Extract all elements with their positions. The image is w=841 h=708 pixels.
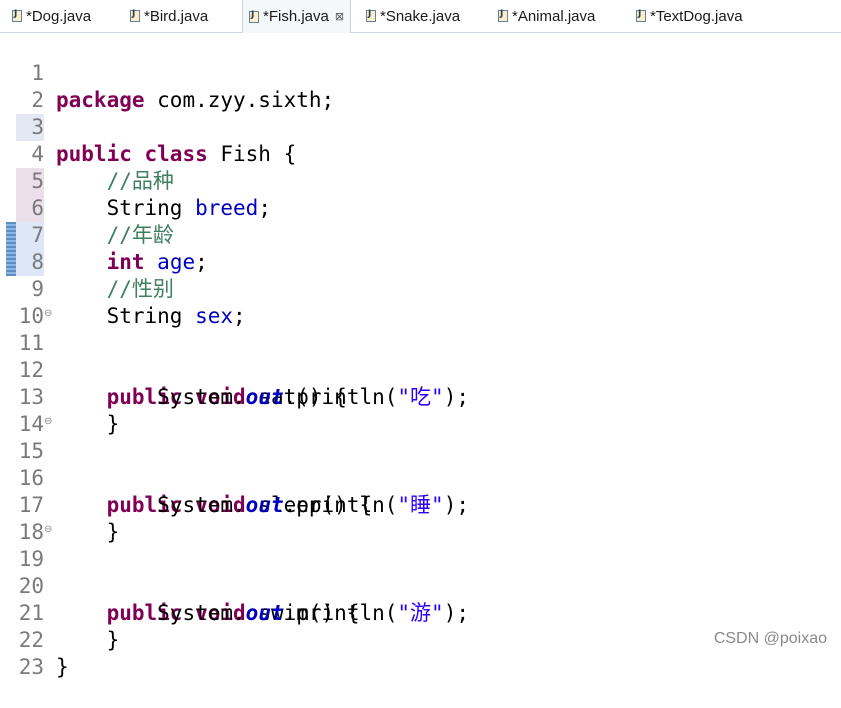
code-line: 22 } [0,600,841,679]
code-line: 3 public class Fish { [0,87,841,166]
tab-label: *Animal.java [512,7,596,25]
code-line: 8 //性别 [0,222,841,301]
code-line: 15 ⊖ public void sleep() { [0,411,841,517]
code-line: 16 System.out.println("睡"); [0,438,841,517]
tab-fish-java[interactable]: J *Fish.java ⊠ [242,0,352,33]
code-line: 21 } [0,573,841,652]
tab-label: *Snake.java [380,7,461,25]
code-line: 2 [0,60,841,112]
code-line: 7 int age; [0,195,841,274]
code-line: 4 //品种 [0,114,841,193]
collapse-icon[interactable]: ⊖ [44,303,52,325]
tab-label: *Dog.java [26,7,92,25]
code-text: } [56,655,69,679]
editor-tab-bar: J *Dog.java J *Bird.java J *Fish.java ⊠ … [0,0,841,33]
tab-bird-java[interactable]: J *Bird.java [130,0,208,32]
code-line: 6 //年龄 [0,168,841,247]
code-line: 19 ⊖ public void swim() { [0,519,841,625]
collapse-icon[interactable]: ⊖ [44,519,52,541]
tab-dog-java[interactable]: J *Dog.java [12,0,91,32]
java-file-icon: J [366,9,376,22]
tab-label: *TextDog.java [650,7,743,25]
collapse-icon[interactable]: ⊖ [44,411,52,433]
code-line: 11 ⊖ public void eat() { [0,303,841,409]
tab-textdog-java[interactable]: J *TextDog.java [636,0,743,32]
tab-label: *Bird.java [144,7,209,25]
tab-animal-java[interactable]: J *Animal.java [498,0,595,32]
code-line: 9 String sex; [0,249,841,328]
close-icon[interactable]: ⊠ [335,10,344,23]
code-line: 18 [0,492,841,544]
code-editor[interactable]: 1 package com.zyy.sixth; 2 3 public clas… [0,33,841,679]
code-line: 12 System.out.println("吃"); [0,330,841,409]
code-line: 5 String breed; [0,141,841,220]
tab-label: *Fish.java [263,8,329,25]
code-line: 1 package com.zyy.sixth; [0,33,841,112]
code-line: 14 [0,384,841,436]
java-file-icon: J [130,9,140,22]
watermark: CSDN @poixao [713,630,827,647]
code-line: 13 } [0,357,841,436]
line-number: 23 [18,655,44,679]
java-file-icon: J [636,9,646,22]
java-file-icon: J [249,10,259,23]
tab-snake-java[interactable]: J *Snake.java [366,0,460,32]
code-line: 20 System.out.println("游"); [0,546,841,625]
java-file-icon: J [12,9,22,22]
java-file-icon: J [498,9,508,22]
code-line: 17 } [0,465,841,544]
code-line: 10 [0,276,841,328]
